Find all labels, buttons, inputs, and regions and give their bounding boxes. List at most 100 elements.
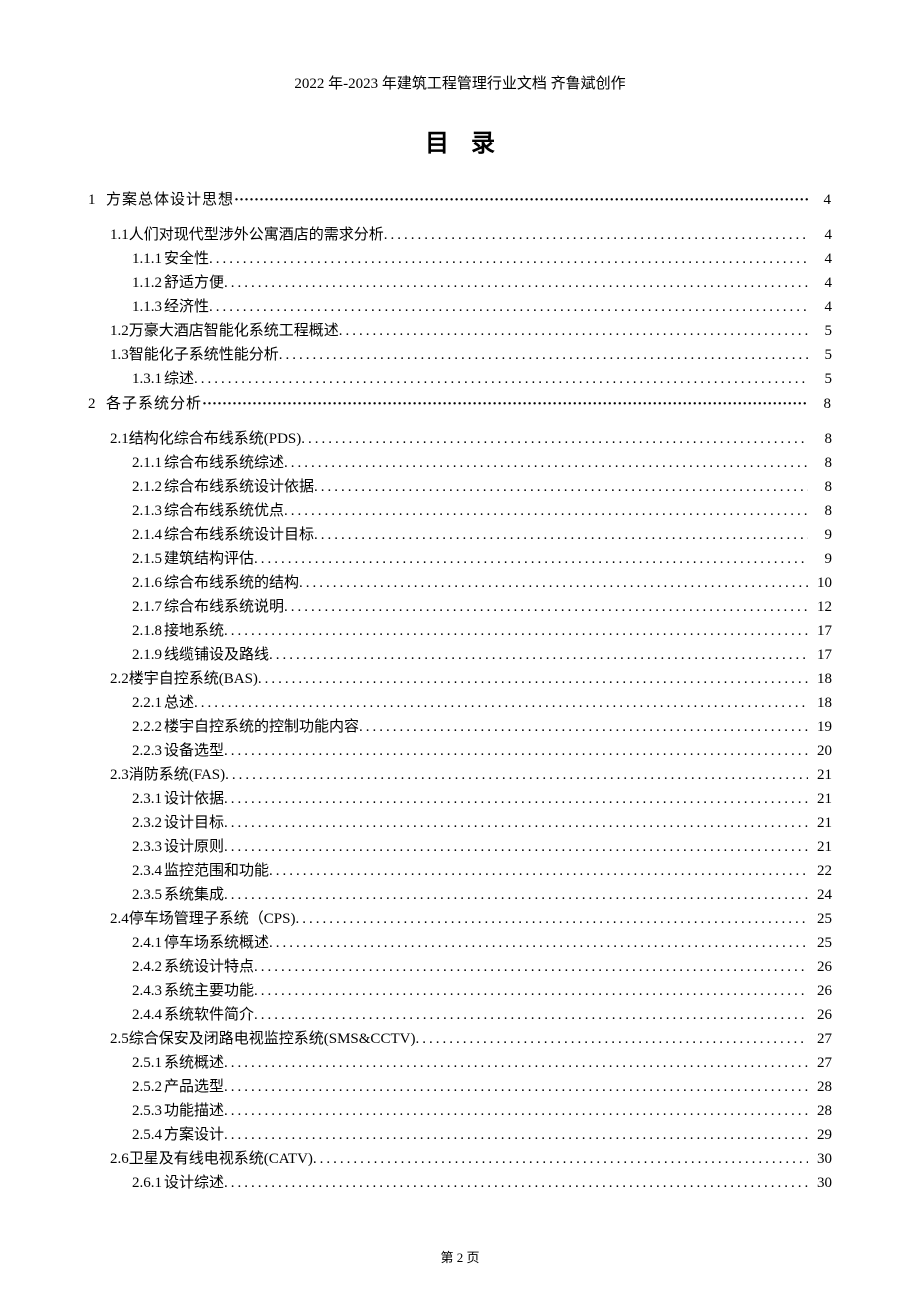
toc-leader bbox=[415, 1031, 808, 1048]
toc-leader bbox=[224, 275, 808, 292]
toc-number: 1.3 bbox=[110, 347, 129, 364]
toc-leader bbox=[279, 347, 808, 364]
toc-text: 综合布线系统说明 bbox=[164, 595, 284, 616]
toc-text: 接地系统 bbox=[164, 619, 224, 640]
toc-text: 卫星及有线电视系统(CATV) bbox=[129, 1147, 313, 1168]
toc-number: 2.1.9 bbox=[132, 647, 162, 664]
table-of-contents: 1 方案总体设计思想41.1 人们对现代型涉外公寓酒店的需求分析 41.1.1 … bbox=[88, 188, 832, 1192]
toc-page: 17 bbox=[810, 623, 832, 640]
toc-number: 1.1.2 bbox=[132, 275, 162, 292]
toc-text: 总述 bbox=[164, 691, 194, 712]
toc-entry: 2.5 综合保安及闭路电视监控系统(SMS&CCTV) 27 bbox=[110, 1027, 832, 1048]
document-page: 2022 年-2023 年建筑工程管理行业文档 齐鲁斌创作 目录 1 方案总体设… bbox=[0, 0, 920, 1306]
toc-text: 消防系统(FAS) bbox=[129, 763, 225, 784]
toc-page: 21 bbox=[810, 839, 832, 856]
toc-number: 2.3.2 bbox=[132, 815, 162, 832]
toc-leader bbox=[339, 323, 808, 340]
toc-page: 26 bbox=[810, 1007, 832, 1024]
toc-leader bbox=[209, 299, 808, 316]
toc-page: 26 bbox=[810, 959, 832, 976]
toc-number: 2.5.4 bbox=[132, 1127, 162, 1144]
toc-page: 4 bbox=[810, 192, 832, 209]
toc-leader bbox=[269, 647, 808, 664]
toc-entry: 2.4.3 系统主要功能 26 bbox=[132, 979, 832, 1000]
toc-entry: 2.3 消防系统(FAS) 21 bbox=[110, 763, 832, 784]
toc-entry: 2.2.1 总述 18 bbox=[132, 691, 832, 712]
toc-page: 19 bbox=[810, 719, 832, 736]
toc-page: 30 bbox=[810, 1175, 832, 1192]
toc-leader bbox=[224, 1079, 808, 1096]
toc-page: 9 bbox=[810, 551, 832, 568]
toc-page: 8 bbox=[810, 479, 832, 496]
toc-number: 2.4 bbox=[110, 911, 129, 928]
toc-entry: 2.5.3 功能描述 28 bbox=[132, 1099, 832, 1120]
toc-page: 21 bbox=[810, 767, 832, 784]
toc-text: 停车场系统概述 bbox=[164, 931, 269, 952]
toc-leader bbox=[224, 839, 808, 856]
toc-text: 安全性 bbox=[164, 247, 209, 268]
toc-number: 2.1.6 bbox=[132, 575, 162, 592]
toc-page: 4 bbox=[810, 227, 832, 244]
toc-page: 21 bbox=[810, 815, 832, 832]
toc-leader bbox=[224, 743, 808, 760]
toc-page: 8 bbox=[810, 396, 832, 413]
toc-text: 功能描述 bbox=[164, 1099, 224, 1120]
toc-leader bbox=[269, 935, 808, 952]
toc-page: 10 bbox=[810, 575, 832, 592]
toc-page: 21 bbox=[810, 791, 832, 808]
toc-number: 2.2.1 bbox=[132, 695, 162, 712]
toc-text: 方案设计 bbox=[164, 1123, 224, 1144]
toc-page: 30 bbox=[810, 1151, 832, 1168]
toc-number: 2.1.8 bbox=[132, 623, 162, 640]
toc-number: 2.5.2 bbox=[132, 1079, 162, 1096]
toc-page: 28 bbox=[810, 1079, 832, 1096]
toc-entry: 2.1.7 综合布线系统说明 12 bbox=[132, 595, 832, 616]
toc-text: 设计原则 bbox=[164, 835, 224, 856]
toc-leader bbox=[295, 911, 808, 928]
toc-entry: 2.1.2 综合布线系统设计依据 8 bbox=[132, 475, 832, 496]
toc-text: 设计依据 bbox=[164, 787, 224, 808]
toc-entry: 1.2 万豪大酒店智能化系统工程概述 5 bbox=[110, 319, 832, 340]
toc-leader bbox=[258, 671, 808, 688]
toc-text: 设计综述 bbox=[164, 1171, 224, 1192]
toc-leader bbox=[314, 479, 808, 496]
toc-page: 18 bbox=[810, 671, 832, 688]
toc-number: 1.2 bbox=[110, 323, 129, 340]
toc-text: 建筑结构评估 bbox=[164, 547, 254, 568]
toc-number: 2.3.3 bbox=[132, 839, 162, 856]
toc-text: 各子系统分析 bbox=[106, 392, 202, 413]
toc-page: 9 bbox=[810, 527, 832, 544]
toc-text: 产品选型 bbox=[164, 1075, 224, 1096]
toc-leader bbox=[224, 1127, 808, 1144]
toc-text: 万豪大酒店智能化系统工程概述 bbox=[129, 319, 339, 340]
toc-number: 2.5 bbox=[110, 1031, 129, 1048]
toc-number: 2 bbox=[88, 396, 106, 413]
toc-page: 5 bbox=[810, 323, 832, 340]
toc-text: 舒适方便 bbox=[164, 271, 224, 292]
toc-entry: 1.3.1 综述 5 bbox=[132, 367, 832, 388]
toc-page: 24 bbox=[810, 887, 832, 904]
toc-entry: 2.6.1 设计综述 30 bbox=[132, 1171, 832, 1192]
toc-number: 2.3.5 bbox=[132, 887, 162, 904]
toc-entry: 2.2 楼宇自控系统(BAS) 18 bbox=[110, 667, 832, 688]
toc-entry: 1 方案总体设计思想4 bbox=[88, 188, 832, 209]
toc-text: 楼宇自控系统的控制功能内容 bbox=[164, 715, 359, 736]
toc-page: 27 bbox=[810, 1055, 832, 1072]
toc-number: 2.1.3 bbox=[132, 503, 162, 520]
toc-number: 1.1.1 bbox=[132, 251, 162, 268]
toc-entry: 2.3.2 设计目标 21 bbox=[132, 811, 832, 832]
toc-entry: 2.5.2 产品选型 28 bbox=[132, 1075, 832, 1096]
toc-entry: 2.1 结构化综合布线系统(PDS) 8 bbox=[110, 427, 832, 448]
toc-leader bbox=[202, 396, 808, 413]
toc-entry: 2.1.1 综合布线系统综述 8 bbox=[132, 451, 832, 472]
toc-entry: 2.1.5 建筑结构评估 9 bbox=[132, 547, 832, 568]
toc-page: 4 bbox=[810, 251, 832, 268]
toc-leader bbox=[284, 503, 808, 520]
toc-entry: 2.6 卫星及有线电视系统(CATV) 30 bbox=[110, 1147, 832, 1168]
toc-entry: 2.1.3 综合布线系统优点 8 bbox=[132, 499, 832, 520]
toc-number: 1.1.3 bbox=[132, 299, 162, 316]
toc-page: 5 bbox=[810, 371, 832, 388]
toc-number: 2.2.3 bbox=[132, 743, 162, 760]
toc-text: 系统设计特点 bbox=[164, 955, 254, 976]
toc-leader bbox=[359, 719, 808, 736]
